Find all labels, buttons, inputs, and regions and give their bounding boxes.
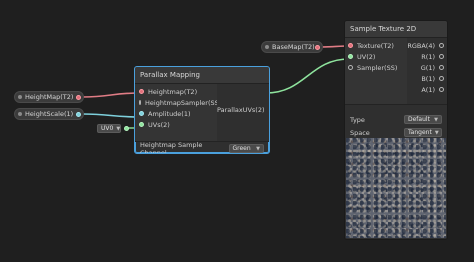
basemap-property-node[interactable]: BaseMap(T2) [261, 41, 323, 53]
texture-input-port[interactable] [348, 43, 353, 48]
uvs-input-port[interactable] [139, 122, 144, 127]
uvs-input-label: UVs(2) [148, 120, 170, 129]
sampler-input-label-sample: Sampler(SS) [357, 63, 398, 72]
drag-handle-icon [265, 45, 269, 49]
parallax-input-uvs[interactable]: UVs(2) [139, 119, 217, 130]
heightmap-channel-label: Heightmap Sample Channel [140, 140, 203, 154]
heightmap-channel-value: Green [232, 145, 251, 152]
chevron-down-icon: ▼ [434, 129, 439, 136]
amplitude-input-label: Amplitude(1) [148, 109, 191, 118]
rgba-output-label: RGBA(4) [407, 41, 435, 50]
sample-output-b[interactable]: B(1) [407, 73, 444, 84]
heightmap-property-label: HeightMap(T2) [25, 93, 74, 101]
uv-channel-input[interactable]: UV0 ▼ [97, 124, 121, 133]
sample-node-title[interactable]: Sample Texture 2D [345, 21, 447, 38]
parallax-uvs-output-port[interactable] [268, 107, 269, 112]
parallax-mapping-node[interactable]: Parallax Mapping Heightmap(T2) Heightmap… [134, 66, 270, 154]
chevron-down-icon: ▼ [256, 145, 260, 152]
g-output-label: G(1) [420, 63, 435, 72]
type-label: Type [350, 115, 365, 124]
wire-parallax-uv [265, 58, 350, 94]
type-value: Default [408, 116, 430, 123]
g-output-port[interactable] [439, 65, 444, 70]
parallax-input-amplitude[interactable]: Amplitude(1) [139, 108, 217, 119]
sample-output-a[interactable]: A(1) [407, 84, 444, 95]
heightscale-property-node[interactable]: HeightScale(1) [14, 108, 84, 120]
sample-input-texture[interactable]: Texture(T2) [348, 40, 407, 51]
sampler-input-port-sample[interactable] [348, 65, 353, 70]
a-output-port[interactable] [439, 87, 444, 92]
space-label: Space [350, 128, 370, 137]
parallax-node-title[interactable]: Parallax Mapping [135, 67, 269, 84]
texture-preview [346, 138, 446, 238]
r-output-port[interactable] [439, 54, 444, 59]
uv-input-port[interactable] [124, 126, 129, 131]
sample-input-uv[interactable]: UV(2) [348, 51, 407, 62]
wire-heightscale [81, 113, 141, 118]
heightscale-property-label: HeightScale(1) [25, 110, 74, 118]
sample-outputs: RGBA(4) R(1) G(1) B(1) A(1) [407, 38, 447, 104]
heightmap-output-port[interactable] [76, 95, 81, 100]
type-row: Type Default ▼ [345, 113, 447, 126]
sample-output-rgba[interactable]: RGBA(4) [407, 40, 444, 51]
parallax-outputs: ParallaxUVs(2) [217, 84, 269, 141]
heightmap-channel-row: Heightmap Sample Channel Green ▼ [135, 140, 269, 154]
uv-input-port-sample[interactable] [348, 54, 353, 59]
sample-input-sampler[interactable]: Sampler(SS) [348, 62, 407, 73]
space-value: Tangent [408, 129, 432, 136]
b-output-label: B(1) [421, 74, 435, 83]
rgba-output-port[interactable] [439, 43, 444, 48]
basemap-property-label: BaseMap(T2) [272, 43, 315, 51]
b-output-port[interactable] [439, 76, 444, 81]
parallax-output-uvs[interactable]: ParallaxUVs(2) [217, 104, 269, 115]
sample-inputs: Texture(T2) UV(2) Sampler(SS) [345, 38, 408, 104]
type-dropdown[interactable]: Default ▼ [404, 115, 442, 124]
chevron-down-icon: ▼ [434, 116, 438, 123]
texture-input-label: Texture(T2) [357, 41, 394, 50]
amplitude-input-port[interactable] [139, 111, 144, 116]
drag-handle-icon [18, 112, 22, 116]
r-output-label: R(1) [421, 52, 435, 61]
parallax-input-sampler[interactable]: HeightmapSampler(SS) [139, 97, 221, 108]
uv-input-label: UV(2) [357, 52, 376, 61]
parallax-inputs: Heightmap(T2) HeightmapSampler(SS) Ampli… [135, 84, 221, 141]
drag-handle-icon [18, 95, 22, 99]
sample-texture-2d-node[interactable]: Sample Texture 2D Texture(T2) UV(2) Samp… [344, 20, 448, 240]
heightmap-input-label: Heightmap(T2) [148, 87, 198, 96]
basemap-output-port[interactable] [315, 45, 320, 50]
heightscale-output-port[interactable] [76, 112, 81, 117]
space-dropdown[interactable]: Tangent ▼ [404, 128, 442, 137]
sample-output-g[interactable]: G(1) [407, 62, 444, 73]
sampler-input-label: HeightmapSampler(SS) [145, 98, 222, 107]
heightmap-property-node[interactable]: HeightMap(T2) [14, 91, 84, 103]
parallax-input-heightmap[interactable]: Heightmap(T2) [139, 86, 217, 97]
chevron-down-icon: ▼ [116, 125, 121, 132]
parallax-output-label: ParallaxUVs(2) [217, 105, 265, 114]
wire-heightmap [81, 92, 141, 98]
a-output-label: A(1) [421, 85, 435, 94]
sampler-input-port[interactable] [139, 100, 141, 105]
heightmap-input-port[interactable] [139, 89, 144, 94]
sample-output-r[interactable]: R(1) [407, 51, 444, 62]
heightmap-channel-dropdown[interactable]: Green ▼ [228, 144, 264, 153]
uv-channel-value: UV0 [101, 125, 114, 132]
